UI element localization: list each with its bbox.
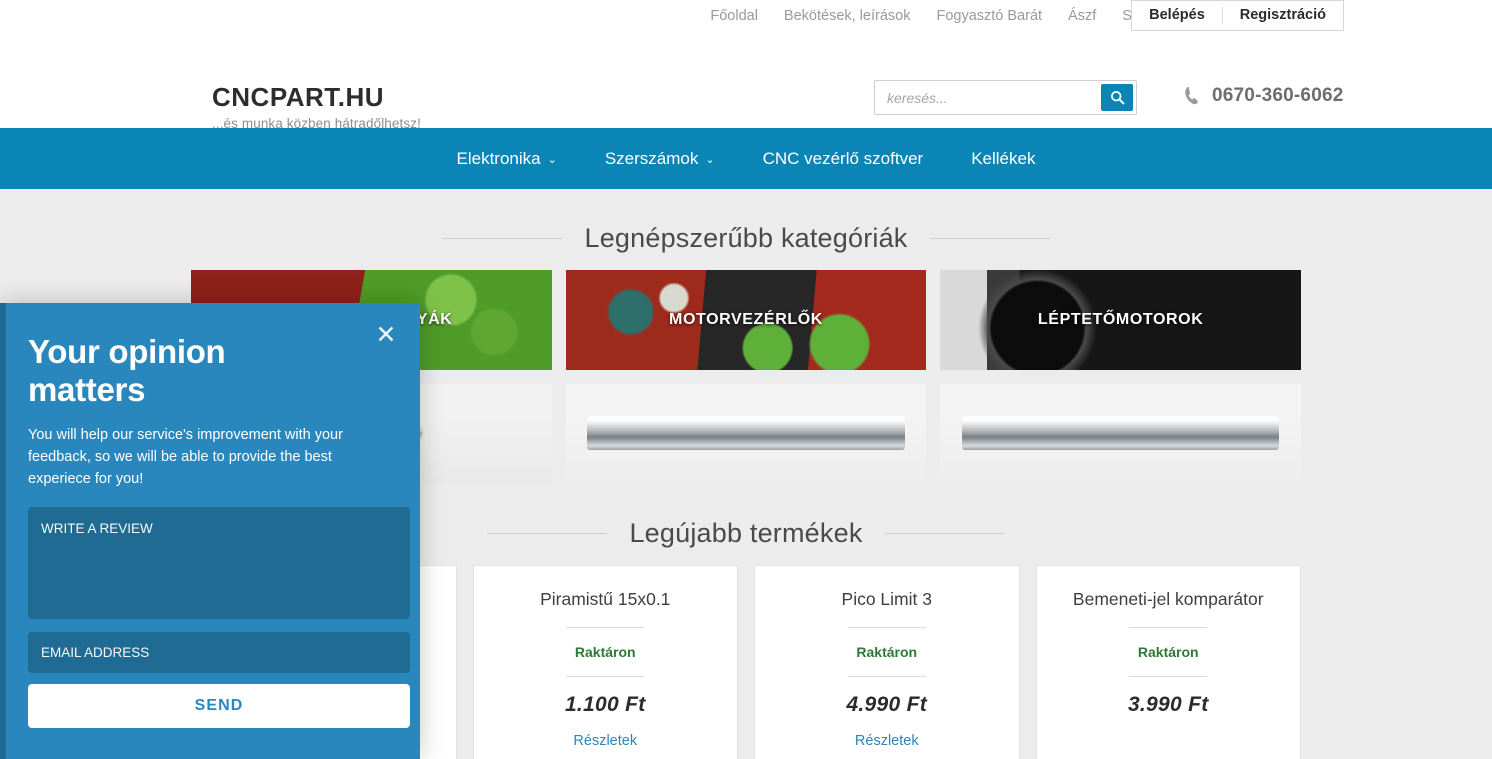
product-details-link[interactable]: Részletek	[771, 733, 1003, 749]
category-tile-leptetomotorok[interactable]: LÉPTETŐMOTOROK	[940, 270, 1301, 370]
main-nav-item-szerszamok[interactable]: Szerszámok ⌄	[581, 149, 739, 169]
login-button[interactable]: Belépés	[1132, 1, 1222, 30]
product-title: Pico Limit 3	[841, 589, 932, 609]
category-label: LÉPTETŐMOTOROK	[1037, 311, 1204, 328]
product-divider	[1129, 675, 1208, 677]
product-price: 3.990 Ft	[1127, 692, 1209, 716]
main-nav-item-kellekek[interactable]: Kellékek	[947, 149, 1059, 169]
main-nav-label-0: Elektronika	[456, 148, 541, 168]
product-title: Piramistű 15x0.1	[540, 589, 671, 609]
chevron-down-icon: ⌄	[547, 154, 557, 166]
top-utility-bar: Főoldal Bekötések, leírások Fogyasztó Ba…	[0, 0, 1492, 32]
top-nav-item-0[interactable]: Főoldal	[697, 0, 771, 32]
category-tile-motorvezerlok[interactable]: MOTORVEZÉRLŐK	[565, 270, 927, 370]
product-divider	[847, 626, 926, 628]
product-price: 1.100 Ft	[564, 692, 646, 716]
search-bar	[874, 80, 1137, 115]
register-button[interactable]: Regisztráció	[1223, 1, 1343, 30]
category-tile-ketelu-maro[interactable]: KÉTÉLŰ MARÓ	[940, 384, 1301, 484]
top-nav-item-3[interactable]: Ászf	[1055, 0, 1109, 32]
main-nav-label-2: CNC vezérlő szoftver	[762, 148, 924, 168]
category-label: EGYÉLŰ MARÓ	[683, 425, 809, 442]
top-nav-item-2[interactable]: Fogyasztó Barát	[923, 0, 1055, 32]
send-button[interactable]: SEND	[28, 683, 410, 728]
search-icon	[1110, 90, 1124, 105]
search-button[interactable]	[1101, 84, 1133, 111]
category-tile-egyelu-maro[interactable]: EGYÉLŰ MARÓ	[565, 384, 927, 484]
phone-icon	[1185, 86, 1198, 105]
site-header: CNCPART.HU ...és munka közben hátradőlhe…	[0, 32, 1492, 131]
logo-text: CNCPART.HU	[212, 82, 385, 112]
main-nav-label-1: Szerszámok	[604, 148, 699, 168]
heading-rule-left	[487, 533, 608, 534]
logo-tagline: ...és munka közben hátradőlhetsz!	[212, 116, 421, 131]
close-icon[interactable]: ✕	[372, 321, 400, 349]
product-divider	[847, 675, 926, 677]
modal-accent-bar	[0, 303, 6, 759]
products-heading: Legújabb termékek	[629, 518, 863, 548]
heading-rule-left	[442, 238, 563, 239]
review-textarea[interactable]	[28, 506, 410, 619]
email-field[interactable]	[28, 631, 410, 673]
product-divider	[566, 626, 645, 628]
product-details-link[interactable]: Részletek	[490, 733, 722, 749]
categories-heading: Legnépszerűbb kategóriák	[584, 223, 908, 253]
main-nav-label-3: Kellékek	[971, 148, 1036, 168]
auth-buttons: Belépés Regisztráció	[1131, 0, 1344, 31]
page-root: Főoldal Bekötések, leírások Fogyasztó Ba…	[0, 0, 1492, 759]
modal-title: Your opinion matters	[28, 333, 226, 408]
feedback-modal: ✕ Your opinion matters You will help our…	[0, 303, 420, 759]
product-card[interactable]: Pico Limit 3 Raktáron 4.990 Ft Részletek	[754, 565, 1020, 759]
top-nav-item-1[interactable]: Bekötések, leírások	[771, 0, 924, 32]
product-stock-badge: Raktáron	[574, 643, 636, 660]
search-input[interactable]	[875, 81, 1101, 114]
product-stock-badge: Raktáron	[1137, 643, 1199, 660]
modal-body-text: You will help our service's improvement …	[28, 426, 343, 487]
category-label: MOTORVEZÉRLŐK	[669, 311, 823, 328]
heading-rule-right	[884, 533, 1005, 534]
heading-rule-right	[929, 238, 1050, 239]
phone-number: 0670-360-6062	[1212, 85, 1344, 106]
product-price: 4.990 Ft	[846, 692, 928, 716]
product-title: Bemeneti-jel komparátor	[1072, 589, 1264, 609]
main-nav-item-elektronika[interactable]: Elektronika ⌄	[433, 149, 581, 169]
product-card[interactable]: Piramistű 15x0.1 Raktáron 1.100 Ft Részl…	[472, 565, 738, 759]
category-label: KÉTÉLŰ MARÓ	[1058, 425, 1183, 442]
product-card[interactable]: Bemeneti-jel komparátor Raktáron 3.990 F…	[1035, 565, 1301, 759]
phone-block[interactable]: 0670-360-6062	[1182, 85, 1344, 107]
product-divider	[1129, 626, 1208, 628]
main-nav: Elektronika ⌄ Szerszámok ⌄ CNC vezérlő s…	[0, 128, 1492, 189]
product-stock-badge: Raktáron	[856, 643, 918, 660]
chevron-down-icon: ⌄	[705, 154, 715, 166]
categories-heading-row: Legnépszerűbb kategóriák	[0, 189, 1492, 270]
site-logo[interactable]: CNCPART.HU ...és munka közben hátradőlhe…	[212, 82, 421, 131]
product-divider	[566, 675, 645, 677]
main-nav-item-szoftver[interactable]: CNC vezérlő szoftver	[739, 149, 948, 169]
